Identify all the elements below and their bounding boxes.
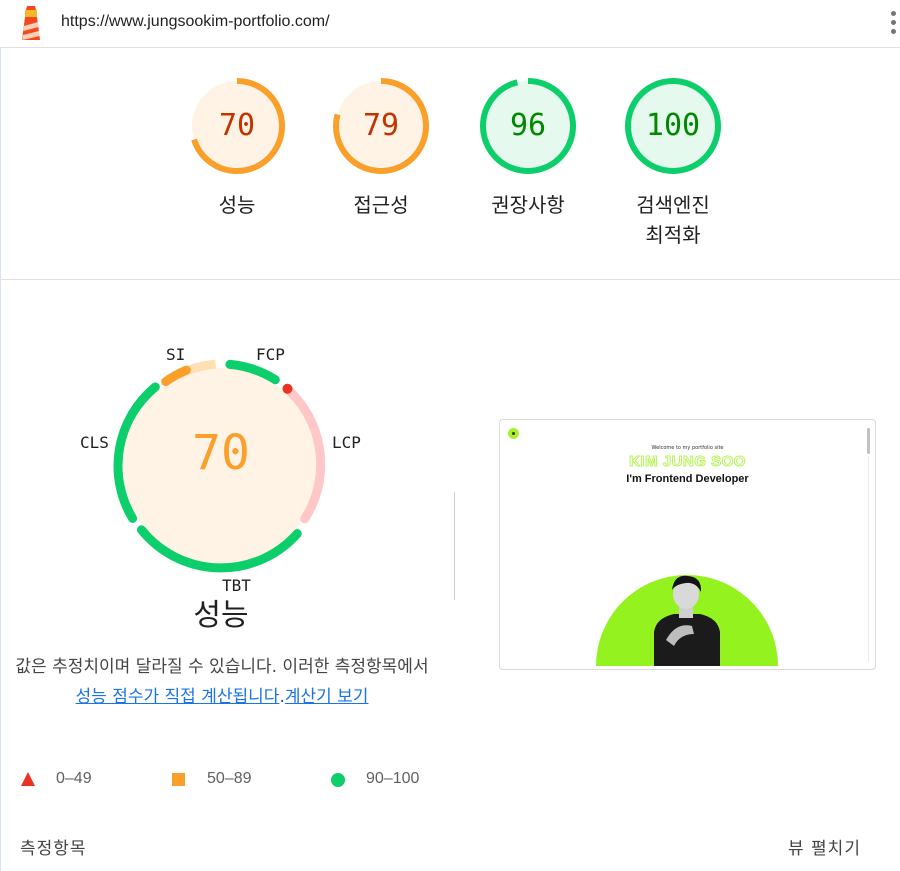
metrics-heading: 측정항목	[20, 839, 87, 859]
gauge-label: 성능	[218, 193, 256, 217]
metric-label-cls: CLS	[80, 433, 109, 452]
gauge-label: 검색엔진 최적화	[636, 193, 710, 247]
site-logo-icon	[508, 428, 519, 439]
legend-fail: 0–49	[56, 770, 92, 787]
screenshot-scrollbar-track	[868, 456, 869, 662]
performance-description: 값은 추정치이며 달라질 수 있습니다. 이러한 측정항목에서 성능 점수가 직…	[15, 652, 429, 712]
fail-triangle-icon	[21, 772, 35, 786]
screenshot-role-heading: I'm Frontend Developer	[626, 473, 749, 485]
section-divider	[0, 279, 900, 280]
gauge-score: 100	[645, 108, 701, 143]
gauge-score: 79	[362, 108, 400, 143]
metric-label-fcp: FCP	[256, 345, 285, 364]
performance-title: 성능	[193, 598, 249, 633]
gauge-label: 권장사항	[491, 193, 565, 217]
gauge-accessibility[interactable]: 79 접근성	[332, 77, 432, 217]
metric-label-si: SI	[166, 345, 186, 364]
gauge-score: 96	[509, 108, 547, 143]
left-border	[0, 48, 1, 871]
profile-photo	[596, 575, 778, 666]
screenshot-welcome-text: Welcome to my portfolio site	[651, 445, 724, 451]
calculator-link[interactable]: 계산기 보기	[285, 687, 369, 707]
gauge-label: 접근성	[353, 193, 409, 217]
screenshot-scrollbar-thumb	[867, 428, 870, 454]
gauge-seo[interactable]: 100 검색엔진 최적화	[624, 77, 724, 247]
url-bar: https://www.jungsookim-portfolio.com/	[0, 0, 900, 48]
performance-score: 70	[192, 425, 250, 481]
lcp-segment-marker	[282, 383, 293, 394]
screenshot-name-heading: KIM JUNG SOO	[629, 453, 746, 471]
vertical-divider	[454, 492, 455, 600]
lighthouse-logo-icon	[16, 4, 46, 48]
description-text: 값은 추정치이며 달라질 수 있습니다. 이러한 측정항목에서	[15, 657, 429, 677]
pass-circle-icon	[331, 773, 345, 787]
gauge-score: 70	[218, 108, 256, 143]
average-square-icon	[172, 773, 185, 786]
gauge-performance[interactable]: 70 성능	[188, 77, 288, 217]
metric-label-lcp: LCP	[332, 433, 361, 452]
legend-pass: 90–100	[366, 770, 420, 787]
expand-view-button[interactable]: 뷰 펼치기	[788, 834, 861, 859]
more-options-icon[interactable]	[888, 11, 900, 37]
legend-average: 50–89	[207, 770, 252, 787]
page-url: https://www.jungsookim-portfolio.com/	[61, 13, 330, 30]
score-calculation-link[interactable]: 성능 점수가 직접 계산됩니다	[76, 687, 280, 707]
gauge-best-practices[interactable]: 96 권장사항	[479, 77, 579, 217]
final-screenshot[interactable]: Welcome to my portfolio site KIM JUNG SO…	[499, 419, 876, 670]
